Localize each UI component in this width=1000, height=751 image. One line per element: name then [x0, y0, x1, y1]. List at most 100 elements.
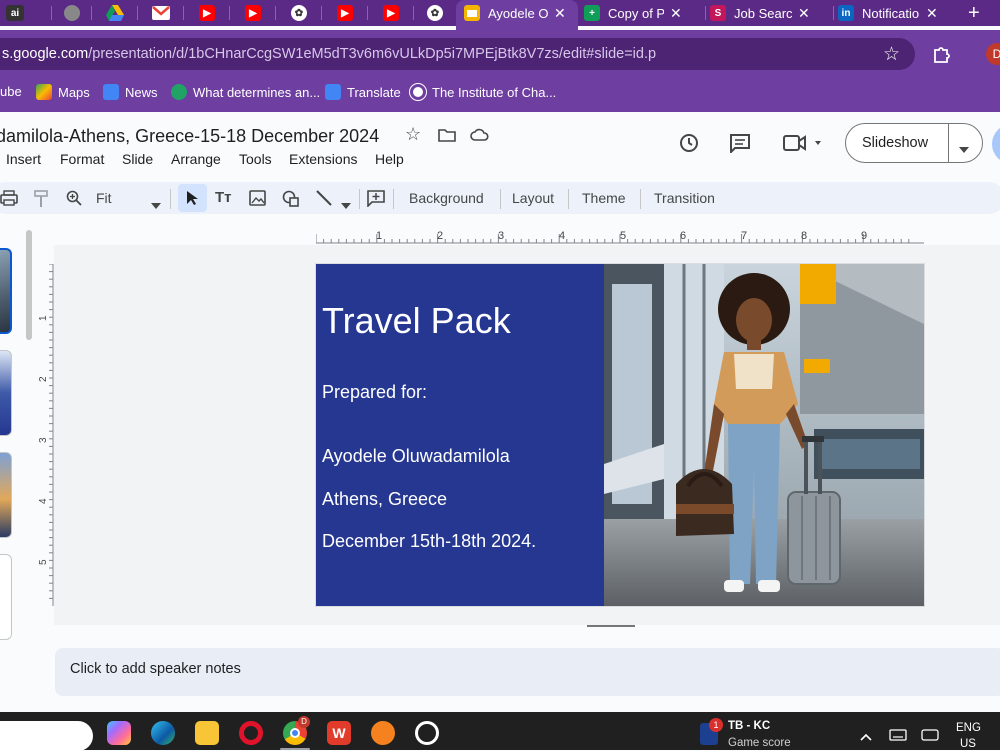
tab-linkedin[interactable]: in Notificatio ✕	[838, 0, 958, 26]
bookmark-youtube[interactable]: ube	[0, 84, 22, 99]
speaker-notes[interactable]: Click to add speaker notes	[55, 648, 1000, 696]
language-indicator[interactable]: ENG	[956, 722, 981, 734]
comments-icon[interactable]	[729, 133, 751, 158]
menu-slide[interactable]: Slide	[122, 151, 153, 167]
chevron-down-icon[interactable]	[151, 196, 161, 214]
slide-canvas[interactable]: Travel Pack Prepared for: Ayodele Oluwad…	[316, 264, 924, 606]
share-button[interactable]	[992, 124, 1000, 164]
close-icon[interactable]: ✕	[926, 5, 938, 22]
menu-format[interactable]: Format	[60, 151, 104, 167]
travel-dates[interactable]: December 15th-18th 2024.	[322, 531, 536, 552]
transition-button[interactable]: Transition	[654, 190, 715, 206]
move-folder-icon[interactable]	[438, 128, 456, 147]
slide-thumbnail-3[interactable]	[0, 452, 12, 538]
theme-button[interactable]: Theme	[582, 190, 626, 206]
bookmark-institute[interactable]: The Institute of Cha...	[410, 84, 556, 100]
close-icon[interactable]: ✕	[670, 5, 682, 22]
paint-format-icon[interactable]	[33, 190, 49, 213]
ruler-label: 6	[680, 230, 686, 242]
tab-sheets[interactable]: + Copy of Pe ✕	[584, 0, 706, 26]
tab-8[interactable]: ▶	[322, 0, 368, 26]
recipient-name[interactable]: Ayodele Oluwadamilola	[322, 446, 510, 467]
tab-6[interactable]: ▶	[230, 0, 276, 26]
bookmark-what-determines[interactable]: What determines an...	[171, 84, 320, 100]
bookmark-translate[interactable]: Translate	[325, 84, 401, 100]
profile-avatar[interactable]: D	[986, 43, 1000, 65]
edge-icon[interactable]	[151, 721, 175, 745]
app-icon[interactable]	[371, 721, 395, 745]
chevron-down-icon[interactable]	[959, 140, 969, 158]
chevron-up-icon[interactable]	[860, 728, 872, 746]
cloud-status-icon[interactable]	[470, 128, 490, 147]
tab-10[interactable]: ✿	[414, 0, 456, 26]
slide-thumbnail-2[interactable]	[0, 350, 12, 436]
add-comment-icon[interactable]	[367, 190, 385, 212]
select-tool[interactable]	[178, 184, 207, 212]
zoom-icon[interactable]	[66, 190, 82, 211]
layout-button[interactable]: Layout	[512, 190, 554, 206]
line-icon[interactable]	[316, 190, 332, 211]
bookmark-news[interactable]: News	[103, 84, 158, 100]
text-box-icon[interactable]: Tт	[215, 189, 232, 206]
site-icon	[171, 84, 187, 100]
version-history-icon[interactable]	[678, 132, 700, 159]
notes-resize-handle[interactable]	[587, 625, 635, 627]
tab-9[interactable]: ▶	[368, 0, 414, 26]
keyboard-icon[interactable]	[889, 728, 907, 746]
print-icon[interactable]	[0, 190, 18, 211]
taskbar-search[interactable]	[0, 721, 93, 751]
destination-text[interactable]: Athens, Greece	[322, 489, 447, 510]
region-indicator[interactable]: US	[960, 738, 976, 750]
tab-1[interactable]: ai	[6, 0, 52, 26]
widget-subtitle[interactable]: Game score	[728, 737, 791, 749]
tab-job-search[interactable]: S Job Search ✕	[710, 0, 834, 26]
filmstrip-scrollbar[interactable]	[26, 230, 32, 340]
ruler-label: 7	[741, 230, 747, 242]
menu-help[interactable]: Help	[375, 151, 404, 167]
address-bar[interactable]: s.google.com/presentation/d/1bCHnarCcgSW…	[0, 38, 915, 70]
wps-office-icon[interactable]: W	[327, 721, 351, 745]
title-panel[interactable]: Travel Pack Prepared for: Ayodele Oluwad…	[316, 264, 604, 606]
slideshow-button[interactable]: Slideshow	[845, 123, 983, 163]
slides-icon	[464, 5, 480, 21]
document-title[interactable]: damilola-Athens, Greece-15-18 December 2…	[0, 126, 379, 147]
new-tab-icon[interactable]: +	[968, 0, 992, 26]
star-icon[interactable]: ☆	[883, 43, 900, 66]
image-icon[interactable]	[249, 190, 266, 211]
ruler-label: 5	[38, 559, 49, 565]
copilot-icon[interactable]	[107, 721, 131, 745]
prepared-for-text[interactable]: Prepared for:	[322, 382, 427, 403]
app-ring-icon[interactable]	[415, 721, 439, 745]
menu-arrange[interactable]: Arrange	[171, 151, 221, 167]
extensions-icon[interactable]	[932, 44, 952, 69]
airport-traveler-image[interactable]	[604, 264, 924, 606]
tab-2[interactable]	[52, 0, 92, 26]
slide-thumbnail-1[interactable]	[0, 248, 12, 334]
widget-title[interactable]: TB - KC	[728, 720, 770, 732]
tab-5[interactable]: ▶	[184, 0, 230, 26]
chrome-icon[interactable]: D	[283, 716, 310, 745]
star-icon[interactable]: ☆	[405, 124, 421, 145]
zoom-select[interactable]: Fit	[96, 190, 112, 206]
tab-7[interactable]: ✿	[276, 0, 322, 26]
horizontal-ruler: 1 2 3 4 5 6 7 8 9	[316, 230, 924, 244]
file-explorer-icon[interactable]	[195, 721, 219, 745]
bookmark-maps[interactable]: Maps	[36, 84, 90, 100]
slide-title[interactable]: Travel Pack	[322, 300, 511, 342]
ai-icon: ai	[6, 5, 24, 21]
menu-insert[interactable]: Insert	[6, 151, 41, 167]
tab-slides-active[interactable]: Ayodele O ✕	[464, 0, 576, 26]
close-icon[interactable]: ✕	[798, 5, 810, 22]
menu-extensions[interactable]: Extensions	[289, 151, 357, 167]
slide-thumbnail-4[interactable]	[0, 554, 12, 640]
opera-icon[interactable]	[239, 721, 263, 745]
chevron-down-icon[interactable]	[341, 196, 351, 214]
meet-icon[interactable]	[783, 134, 823, 157]
background-button[interactable]: Background	[409, 190, 484, 206]
shape-icon[interactable]	[282, 190, 300, 212]
menu-tools[interactable]: Tools	[239, 151, 272, 167]
close-icon[interactable]: ✕	[554, 5, 566, 22]
tab-4[interactable]	[138, 0, 184, 26]
tab-3[interactable]	[92, 0, 138, 26]
display-icon[interactable]	[921, 728, 939, 746]
